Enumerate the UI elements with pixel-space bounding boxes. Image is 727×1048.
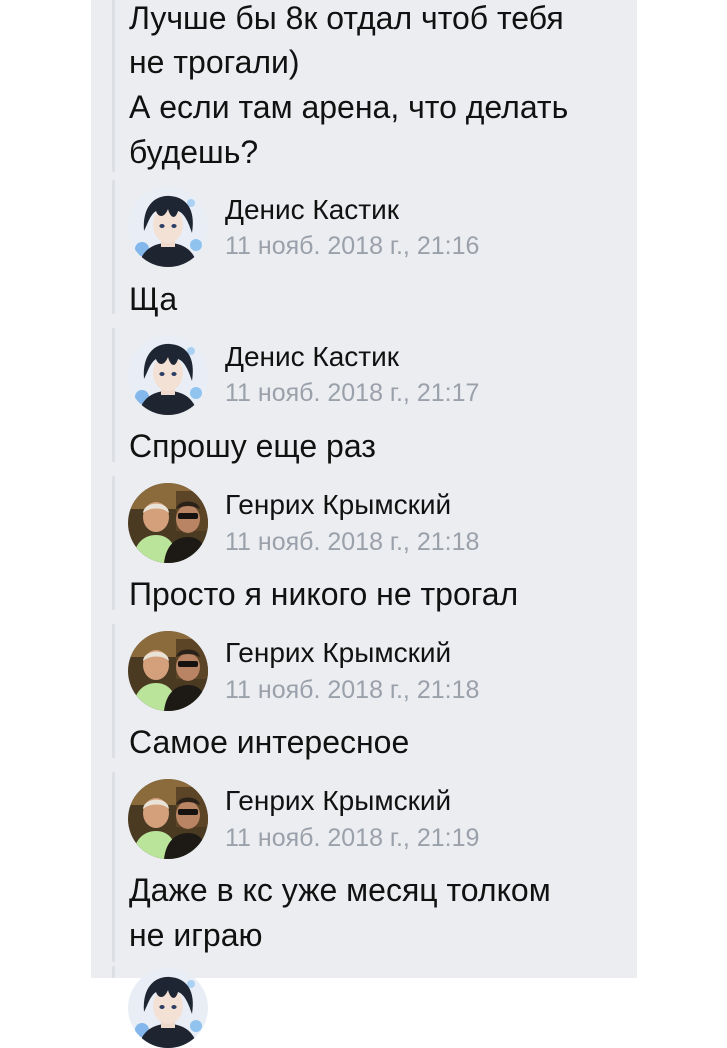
message-thread-bar <box>112 624 115 758</box>
message-line: А если там арена, что делать <box>129 89 569 125</box>
message-text: Самое интересное <box>129 724 410 760</box>
message-thread-bar <box>112 476 115 610</box>
author-name[interactable]: Денис Кастик <box>225 194 399 226</box>
photo-avatar-icon <box>128 483 208 563</box>
avatar[interactable] <box>128 779 208 859</box>
message-timestamp: 11 нояб. 2018 г., 21:16 <box>225 232 480 260</box>
message-line: не играю <box>129 917 263 953</box>
avatar[interactable] <box>128 483 208 563</box>
message-thread-bar <box>112 180 115 314</box>
avatar[interactable] <box>128 335 208 415</box>
message-text: Ща <box>129 281 178 317</box>
message-thread-bar <box>112 0 115 172</box>
avatar[interactable] <box>128 187 208 267</box>
avatar[interactable] <box>128 631 208 711</box>
message-timestamp: 11 нояб. 2018 г., 21:18 <box>225 528 480 556</box>
message-timestamp: 11 нояб. 2018 г., 21:19 <box>225 824 480 852</box>
message-text: Спрошу еще раз <box>129 428 376 464</box>
anime-avatar-icon <box>128 335 208 415</box>
photo-avatar-icon <box>128 631 208 711</box>
anime-avatar-icon <box>128 187 208 267</box>
message-line: Лучше бы 8к отдал чтоб тебя <box>129 0 564 36</box>
message-thread-bar <box>112 772 115 962</box>
avatar[interactable] <box>128 968 208 1048</box>
author-name[interactable]: Генрих Крымский <box>225 637 451 669</box>
author-name[interactable]: Генрих Крымский <box>225 785 451 817</box>
message-line: не трогали) <box>129 44 300 80</box>
message-thread-bar <box>112 966 115 978</box>
message-timestamp: 11 нояб. 2018 г., 21:18 <box>225 676 480 704</box>
message-text: Просто я никого не трогал <box>129 576 519 612</box>
photo-avatar-icon <box>128 779 208 859</box>
message-line: будешь? <box>129 134 259 170</box>
message-thread-bar <box>112 328 115 462</box>
message-line: Даже в кс уже месяц толком <box>129 872 551 908</box>
author-name[interactable]: Генрих Крымский <box>225 489 451 521</box>
message-timestamp: 11 нояб. 2018 г., 21:17 <box>225 379 480 407</box>
anime-avatar-icon <box>128 968 208 1048</box>
author-name[interactable]: Денис Кастик <box>225 341 399 373</box>
